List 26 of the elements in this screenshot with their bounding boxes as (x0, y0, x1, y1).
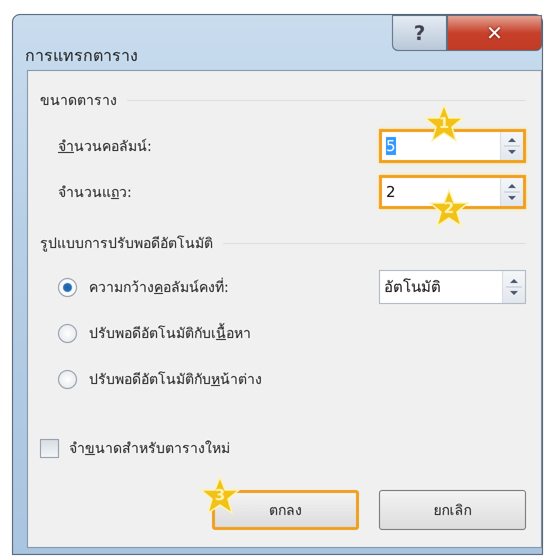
callout-badge: 1 (424, 104, 464, 142)
radio-button[interactable] (58, 278, 77, 296)
radio-button[interactable] (58, 370, 77, 388)
window-title: การแทรกตาราง (25, 45, 138, 67)
help-button[interactable]: ? (392, 15, 447, 51)
close-button[interactable]: ✕ (447, 15, 542, 51)
group-heading: ขนาดตาราง (40, 92, 117, 111)
spinner-value: อัตโนมัติ (384, 277, 441, 298)
spin-buttons[interactable] (500, 132, 523, 160)
dialog-button[interactable]: ยกเลิก (379, 490, 526, 530)
option-label: ปรับพอดีอัตโนมัติกับเนื้อหา (89, 322, 251, 344)
callout-badge: 3 (200, 476, 240, 514)
field-label: จำนวนคอลัมน์: (58, 138, 152, 157)
radio-button[interactable] (58, 324, 77, 342)
callout-badge: 2 (429, 189, 469, 227)
checkbox-label: จำขนาดสำหรับตารางใหม่ (69, 440, 230, 459)
checkbox[interactable] (40, 438, 59, 458)
option-label: ความกว้างคอลัมน์คงที่: (89, 276, 229, 298)
group-heading: รูปแบบการปรับพอดีอัตโนมัติ (40, 234, 213, 254)
option-label: ปรับพอดีอัตโนมัติกับหน้าต่าง (89, 370, 262, 390)
spinner-value: 2 (386, 183, 396, 201)
field-label: จำนวนแถว: (58, 184, 132, 203)
width-spinner[interactable]: อัตโนมัติ (379, 270, 526, 304)
spin-buttons[interactable] (500, 178, 523, 206)
spin-buttons[interactable] (502, 271, 525, 303)
spinner-value: 5 (386, 137, 396, 155)
